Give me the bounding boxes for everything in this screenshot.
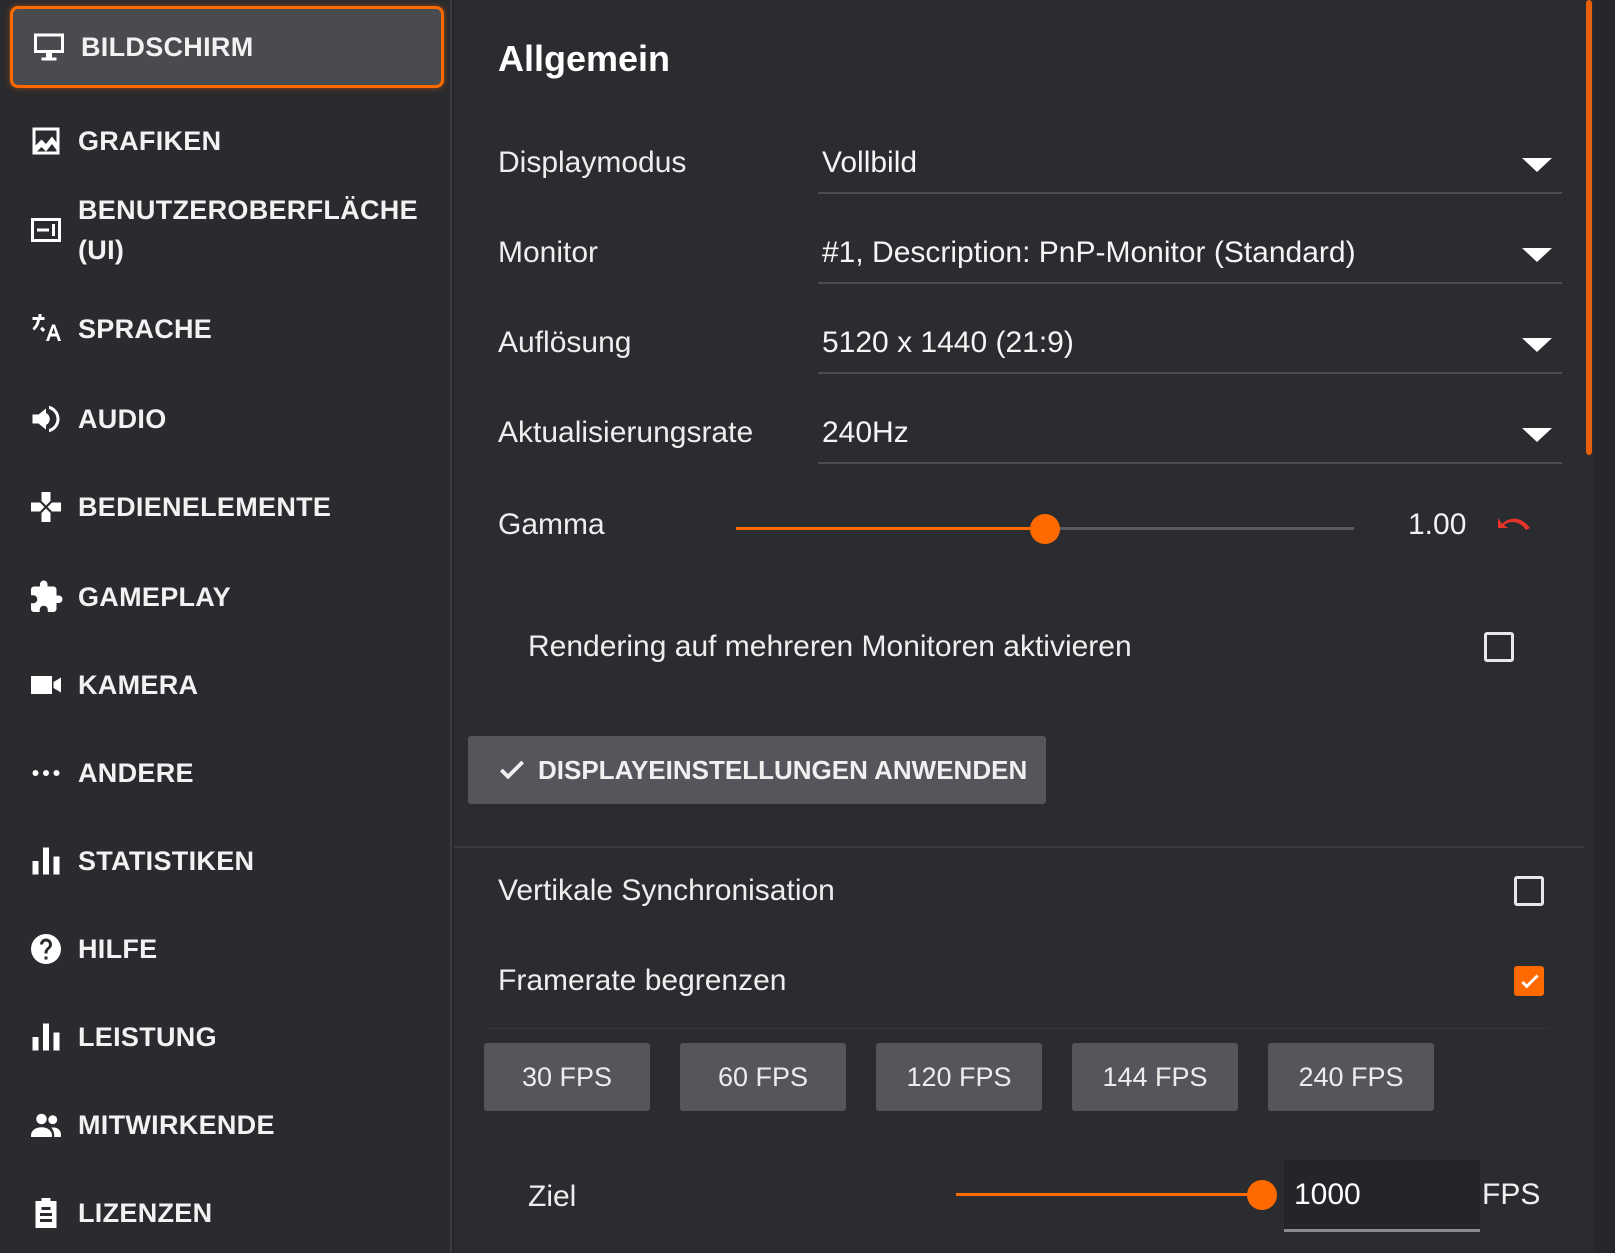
monitor-value: #1, Description: PnP-Monitor (Standard) — [822, 236, 1356, 269]
sidebar-item-label: HILFE — [78, 934, 158, 964]
image-icon — [28, 121, 68, 161]
more-icon — [28, 753, 68, 793]
vsync-checkbox[interactable] — [1514, 876, 1544, 906]
scrollbar[interactable] — [1584, 0, 1594, 1252]
sidebar-item-label: LIZENZEN — [78, 1198, 213, 1228]
sidebar-item-label: GAMEPLAY — [78, 582, 231, 612]
fps-unit-label: FPS — [1482, 1178, 1541, 1211]
framerate-limit-label: Framerate begrenzen — [498, 964, 787, 997]
scrollbar-thumb[interactable] — [1586, 0, 1592, 455]
translate-icon — [28, 309, 68, 349]
sidebar-item-mitwirkende[interactable]: MITWIRKENDE — [10, 1100, 444, 1150]
sidebar-item-benutzeroberflaeche[interactable]: BENUTZEROBERFLÄCHE (UI) — [10, 188, 444, 272]
sidebar-item-label: LEISTUNG — [78, 1022, 217, 1052]
section-title: Allgemein — [498, 38, 671, 79]
multi-monitor-label: Rendering auf mehreren Monitoren aktivie… — [528, 630, 1132, 663]
divider — [454, 846, 1594, 848]
apply-display-settings-button[interactable]: DISPLAYEINSTELLUNGEN ANWENDEN — [468, 736, 1046, 804]
sidebar-item-hilfe[interactable]: HILFE — [10, 924, 444, 974]
display-mode-dropdown[interactable]: Vollbild — [818, 138, 1562, 194]
sidebar-item-label: SPRACHE — [78, 314, 213, 344]
multi-monitor-checkbox[interactable] — [1484, 632, 1514, 662]
clipboard-icon — [28, 1193, 68, 1233]
settings-content: Allgemein Displaymodus Vollbild Monitor … — [454, 0, 1594, 1252]
sidebar-item-label: BILDSCHIRM — [81, 32, 254, 62]
slider-fill — [956, 1193, 1262, 1196]
gamma-label: Gamma — [498, 508, 605, 541]
reset-icon[interactable] — [1494, 514, 1534, 542]
monitor-label: Monitor — [498, 236, 599, 269]
sidebar-item-grafiken[interactable]: GRAFIKEN — [10, 116, 444, 166]
refresh-rate-dropdown[interactable]: 240Hz — [818, 408, 1562, 464]
fps-preset-120[interactable]: 120 FPS — [876, 1043, 1042, 1111]
monitor-icon — [31, 27, 71, 67]
chevron-down-icon — [1522, 428, 1552, 442]
slider-handle[interactable] — [1247, 1180, 1277, 1210]
sidebar-item-label: BENUTZEROBERFLÄCHE (UI) — [78, 195, 418, 265]
sidebar-item-label: ANDERE — [78, 758, 194, 788]
fps-preset-30[interactable]: 30 FPS — [484, 1043, 650, 1111]
sidebar-item-leistung[interactable]: LEISTUNG — [10, 1012, 444, 1062]
fps-preset-240[interactable]: 240 FPS — [1268, 1043, 1434, 1111]
resolution-label: Auflösung — [498, 326, 632, 359]
refresh-rate-label: Aktualisierungsrate — [498, 416, 754, 449]
framerate-limit-checkbox[interactable] — [1514, 966, 1544, 996]
target-fps-slider[interactable] — [956, 1180, 1277, 1210]
puzzle-icon — [28, 577, 68, 617]
sidebar-item-label: MITWIRKENDE — [78, 1110, 275, 1140]
target-fps-input-wrapper — [1284, 1160, 1480, 1232]
sidebar-item-label: GRAFIKEN — [78, 126, 222, 156]
sidebar-item-kamera[interactable]: KAMERA — [10, 660, 444, 710]
display-mode-label: Displaymodus — [498, 146, 687, 179]
checkmark-icon — [500, 760, 524, 780]
sidebar-item-statistiken[interactable]: STATISTIKEN — [10, 836, 444, 886]
settings-sidebar: BILDSCHIRM GRAFIKEN BENUTZEROBERFLÄCHE (… — [0, 0, 452, 1252]
bar-chart-icon — [28, 841, 68, 881]
gamma-value: 1.00 — [1408, 508, 1467, 541]
speaker-icon — [28, 399, 68, 439]
sidebar-item-label: STATISTIKEN — [78, 846, 255, 876]
bar-chart-icon — [28, 1017, 68, 1057]
gamma-slider[interactable] — [736, 514, 1354, 544]
slider-handle[interactable] — [1030, 514, 1060, 544]
chevron-down-icon — [1522, 338, 1552, 352]
people-icon — [28, 1105, 68, 1145]
resolution-value: 5120 x 1440 (21:9) — [822, 326, 1074, 359]
sidebar-item-bedienelemente[interactable]: BEDIENELEMENTE — [10, 482, 444, 532]
display-mode-value: Vollbild — [822, 146, 918, 179]
sidebar-item-lizenzen[interactable]: LIZENZEN — [10, 1188, 444, 1238]
gamepad-icon — [28, 487, 68, 527]
ui-layout-icon — [28, 210, 68, 250]
fps-preset-60[interactable]: 60 FPS — [680, 1043, 846, 1111]
chevron-down-icon — [1522, 248, 1552, 262]
slider-fill — [736, 527, 1045, 530]
sidebar-item-sprache[interactable]: SPRACHE — [10, 304, 444, 354]
sidebar-item-gameplay[interactable]: GAMEPLAY — [10, 572, 444, 622]
monitor-dropdown[interactable]: #1, Description: PnP-Monitor (Standard) — [818, 228, 1562, 284]
apply-button-label: DISPLAYEINSTELLUNGEN ANWENDEN — [538, 754, 1028, 785]
fps-preset-144[interactable]: 144 FPS — [1072, 1043, 1238, 1111]
resolution-dropdown[interactable]: 5120 x 1440 (21:9) — [818, 318, 1562, 374]
help-icon — [28, 929, 68, 969]
sidebar-item-label: KAMERA — [78, 670, 199, 700]
vsync-label: Vertikale Synchronisation — [498, 874, 835, 907]
chevron-down-icon — [1522, 158, 1552, 172]
checkmark-icon — [1521, 974, 1539, 989]
target-label: Ziel — [528, 1180, 577, 1213]
sidebar-item-bildschirm[interactable]: BILDSCHIRM — [10, 6, 444, 88]
sidebar-item-label: BEDIENELEMENTE — [78, 492, 332, 522]
sidebar-item-label: AUDIO — [78, 404, 167, 434]
camera-icon — [28, 665, 68, 705]
target-fps-input[interactable] — [1284, 1160, 1480, 1229]
refresh-rate-value: 240Hz — [822, 416, 909, 449]
sidebar-item-audio[interactable]: AUDIO — [10, 394, 444, 444]
sidebar-item-andere[interactable]: ANDERE — [10, 748, 444, 798]
